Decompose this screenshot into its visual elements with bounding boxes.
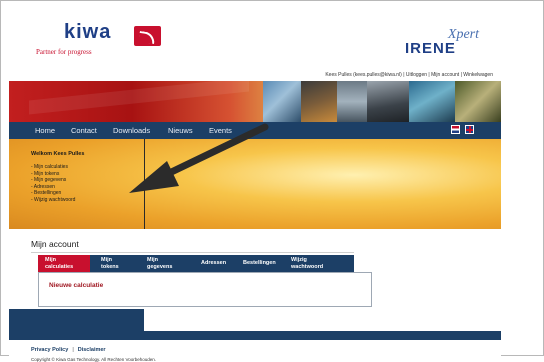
- tab-label-line2: calculaties: [45, 263, 74, 270]
- tab-label-line1: Adressen: [201, 260, 227, 266]
- banner-photo-meter: [409, 81, 455, 122]
- footer-block: [9, 309, 144, 331]
- disclaimer-link[interactable]: Disclaimer: [78, 347, 106, 353]
- browser-frame: kiwa Partner for progress Xpert IRENE Ke…: [0, 0, 544, 362]
- content-heading[interactable]: Nieuwe calculatie: [49, 282, 103, 289]
- banner-photo-gauge: [455, 81, 501, 122]
- nav-item-contact[interactable]: Contact: [71, 126, 97, 135]
- tab-wijzig-wachtwoord[interactable]: Wijzig wachtwoord: [291, 255, 351, 272]
- tab-label-line2: tokens: [101, 263, 119, 270]
- footer-bar: [9, 331, 501, 340]
- kiwa-wordmark: kiwa: [64, 21, 112, 43]
- banner-photo-flame: [301, 81, 337, 122]
- welcome-text: Welkom Kees Pulles: [31, 151, 85, 157]
- kiwa-logo-icon: [134, 26, 161, 46]
- flag-uk-icon[interactable]: [465, 125, 474, 134]
- flag-nl-icon[interactable]: [451, 125, 460, 134]
- tab-mijn-calculaties[interactable]: Mijn calculaties: [38, 255, 90, 272]
- footer-links: Privacy Policy | Disclaimer: [31, 347, 106, 353]
- page-title: Mijn account: [31, 239, 79, 249]
- user-bar[interactable]: Kees Pulles (kees.pulles@kiwa.nl) | Uitl…: [325, 72, 493, 78]
- banner-streak: [29, 81, 249, 115]
- sidebar-item-wachtwoord[interactable]: - Wijzig wachtwoord: [31, 197, 75, 204]
- tab-label-line2: wachtwoord: [291, 263, 324, 270]
- header-banner: [9, 81, 501, 122]
- banner-photo-businessman: [367, 81, 409, 122]
- tab-adressen[interactable]: Adressen: [201, 255, 241, 272]
- sidebar-menu: - Mijn calculaties - Mijn tokens - Mijn …: [31, 164, 75, 203]
- footer-separator: |: [72, 347, 74, 353]
- arrow-icon: [129, 123, 269, 193]
- tab-content: Nieuwe calculatie: [38, 272, 372, 307]
- banner-photo-industry: [263, 81, 301, 122]
- tab-label-line2: gegevens: [147, 263, 173, 270]
- copyright-text: Copyright © Kiwa Gas Technology. All Rec…: [31, 357, 156, 362]
- nav-item-home[interactable]: Home: [35, 126, 55, 135]
- page: kiwa Partner for progress Xpert IRENE Ke…: [9, 9, 501, 362]
- title-divider: [31, 252, 354, 253]
- tab-mijn-tokens[interactable]: Mijn tokens: [101, 255, 141, 272]
- banner-photo-person: [337, 81, 367, 122]
- tab-mijn-gegevens[interactable]: Mijn gegevens: [147, 255, 191, 272]
- kiwa-logo[interactable]: kiwa Partner for progress: [36, 21, 176, 61]
- product-name: IRENE: [405, 40, 456, 57]
- account-tabs: Mijn calculaties Mijn tokens Mijn gegeve…: [38, 255, 354, 272]
- logo-tagline: Partner for progress: [36, 48, 92, 56]
- product-logo: Xpert IRENE: [399, 27, 499, 67]
- privacy-policy-link[interactable]: Privacy Policy: [31, 347, 68, 353]
- tab-bestellingen[interactable]: Bestellingen: [243, 255, 293, 272]
- tab-label-line1: Bestellingen: [243, 260, 276, 266]
